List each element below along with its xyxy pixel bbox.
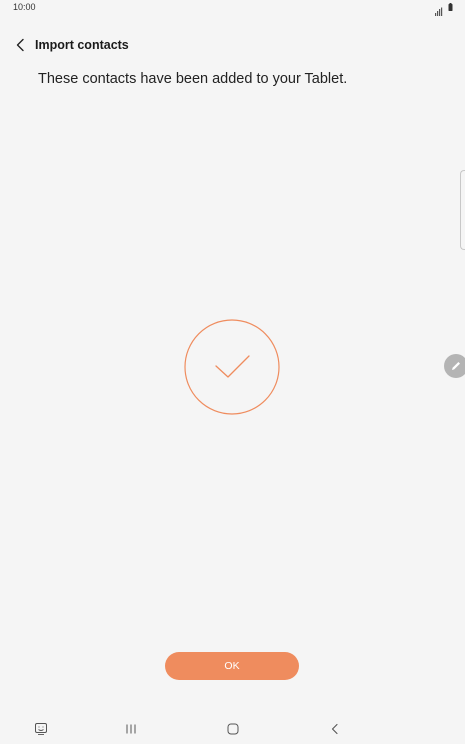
app-header: Import contacts bbox=[0, 30, 465, 60]
edge-panel-handle[interactable] bbox=[460, 170, 465, 250]
status-bar: 10:00 bbox=[0, 0, 465, 16]
back-icon bbox=[331, 723, 338, 735]
edit-button[interactable] bbox=[444, 354, 465, 378]
page-title: Import contacts bbox=[35, 38, 129, 52]
nav-keyboard-button[interactable] bbox=[31, 720, 51, 738]
checkmark-circle-icon bbox=[184, 319, 280, 415]
back-button[interactable] bbox=[9, 34, 31, 56]
import-success-message: These contacts have been added to your T… bbox=[38, 71, 348, 87]
ok-button[interactable]: OK bbox=[165, 652, 299, 680]
pencil-icon bbox=[452, 362, 460, 370]
nav-back-button[interactable] bbox=[325, 720, 345, 738]
nav-home-button[interactable] bbox=[223, 720, 243, 738]
nav-recents-button[interactable] bbox=[121, 720, 141, 738]
status-time: 10:00 bbox=[13, 2, 36, 12]
battery-icon bbox=[448, 3, 453, 11]
keyboard-icon bbox=[35, 723, 47, 735]
recents-icon bbox=[126, 724, 136, 734]
navigation-bar bbox=[0, 712, 465, 744]
chevron-left-icon bbox=[16, 38, 24, 52]
home-icon bbox=[227, 723, 239, 735]
